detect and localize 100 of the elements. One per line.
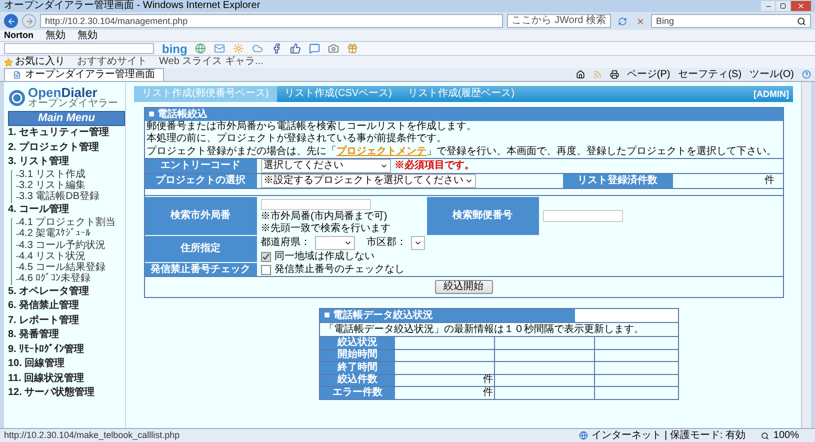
camera-icon[interactable] (328, 43, 340, 54)
field-label: 検索市外局番 (144, 197, 256, 235)
zoom-icon (761, 432, 770, 440)
favorites-link[interactable]: Web スライス ギャラ... (159, 57, 264, 67)
star-icon (4, 58, 13, 66)
notice-text: プロジェクト登録がまだの場合は、先に「プロジェクトメンテ」で登録を行い、本画面で、再度、登録したプロジェクトを選択して下さい。 (146, 145, 778, 158)
command-button[interactable]: ページ(P) (626, 70, 670, 80)
command-button[interactable]: ツール(O) (750, 70, 794, 80)
field-label: 住所指定 (144, 236, 256, 262)
submenu-item[interactable]: 3.3 電話帳DB登録 (19, 192, 100, 202)
menu-item[interactable]: 8. 発番管理 (8, 328, 125, 343)
field-caption: 市区郡： (366, 238, 406, 248)
scrollbar[interactable] (801, 82, 811, 428)
menu-item[interactable]: 12. サーバ状態管理 (8, 386, 125, 401)
menu-item[interactable]: 1. セキュリティー管理 (8, 126, 125, 140)
panel-title: ■ 電話帳データ絞込状況 (320, 309, 575, 322)
zoom-label: 100% (773, 430, 799, 440)
zoom-control[interactable]: 100% (761, 430, 811, 440)
help-icon[interactable] (802, 70, 811, 79)
prefecture-select[interactable] (314, 236, 354, 250)
sun-icon[interactable] (233, 43, 244, 54)
hint-text: ※先頭一致で検索を行います (260, 224, 392, 234)
thumbs-up-icon[interactable] (290, 43, 302, 54)
submenu-item[interactable]: 4.2 架電ｽｹｼﾞｭｰﾙ (19, 229, 91, 240)
menu-item[interactable]: 10. 回線管理 (8, 357, 125, 372)
globe-icon (578, 431, 588, 440)
toolbar-button[interactable]: 無効 (78, 30, 98, 40)
menu-item[interactable]: 11. 回線状況管理 (8, 372, 125, 386)
status-note: 「電話帳データ絞込状況」の最新情報は１０秒間隔で表示更新します。 (320, 322, 678, 336)
bing-logo: bing (162, 42, 188, 54)
submenu-item[interactable]: 4.3 コール予約状況 (19, 240, 106, 251)
menu-item[interactable]: 2. プロジェクト管理 (8, 140, 125, 155)
feed-icon[interactable] (592, 70, 602, 79)
unit-label: 件 (483, 388, 493, 398)
required-note: ※必須項目です。 (394, 161, 474, 171)
command-button[interactable]: セーフティ(S) (678, 70, 742, 80)
submenu-item[interactable]: 4.6 ﾛｸﾞｺﾝ未登録 (19, 274, 91, 284)
facebook-icon[interactable] (271, 43, 282, 54)
checkbox-label: 発信禁止番号のチェックなし (274, 264, 404, 274)
search-box[interactable]: Bing (651, 14, 811, 28)
submenu-item[interactable]: 3.2 リスト編集 (19, 181, 86, 192)
field-caption: 都道府県： (260, 238, 310, 248)
norton-button[interactable]: Norton (4, 31, 34, 40)
unit-label: 件 (483, 375, 493, 386)
print-icon[interactable] (610, 70, 619, 79)
select-value: ※設定するプロジェクトを選択してください (264, 176, 464, 186)
menu-title: Main Menu (8, 111, 125, 126)
menu-item[interactable]: 6. 発信禁止管理 (8, 299, 125, 314)
browser-tab[interactable]: オープンダイアラー管理画面 (4, 68, 164, 81)
submenu-item[interactable]: 4.5 コール結果登録 (19, 262, 106, 273)
favorites-button[interactable]: お気に入り (4, 57, 65, 67)
menu-item[interactable]: 5. オペレータ管理 (8, 284, 125, 300)
close-icon (797, 2, 805, 10)
mail-icon[interactable] (214, 43, 226, 54)
address-url: http://10.2.30.104/management.php (45, 16, 188, 26)
menu-item[interactable]: 3. リスト管理 (8, 155, 125, 170)
menu-item[interactable]: 4. コール管理 (8, 203, 125, 218)
globe-icon[interactable] (195, 43, 206, 54)
favorites-link[interactable]: おすすめサイト (77, 57, 147, 67)
zone-label: インターネット | 保護モード: 有効 (592, 430, 746, 440)
forward-button[interactable] (22, 14, 36, 28)
minimize-button[interactable] (761, 1, 775, 11)
submenu-item[interactable]: 4.4 リスト状況 (19, 252, 86, 262)
city-select[interactable] (410, 236, 424, 250)
search-icon (797, 16, 806, 26)
chat-icon[interactable] (309, 43, 320, 54)
status-url: http://10.2.30.104/make_telbook_calllist.php (4, 431, 180, 440)
project-select[interactable]: ※設定するプロジェクトを選択してください (260, 174, 476, 188)
favorites-label: お気に入り (15, 57, 65, 67)
maximize-button[interactable] (776, 1, 790, 11)
home-icon[interactable] (576, 70, 585, 79)
check-icon (262, 253, 270, 261)
checkbox[interactable] (260, 252, 270, 262)
checkbox-label: 同一地域は作成しない (274, 252, 374, 262)
search-provider: Bing (656, 16, 674, 26)
cloud-icon[interactable] (252, 43, 264, 54)
search-field[interactable]: ここから JWord 検索 (506, 14, 611, 28)
toolbar-button[interactable]: 無効 (46, 30, 66, 40)
start-button[interactable]: 絞込開始 (434, 280, 492, 294)
area-code-input[interactable] (260, 198, 370, 210)
entry-code-select[interactable]: 選択してください (260, 159, 390, 173)
row-label: 終了時間 (320, 362, 395, 374)
postal-code-input[interactable] (542, 210, 622, 222)
row-label: 絞込状況 (320, 337, 395, 348)
submenu-item[interactable]: 3.1 リスト作成 (19, 170, 86, 180)
row-label: 開始時間 (320, 350, 395, 361)
menu-item[interactable]: 7. レポート管理 (8, 314, 125, 328)
back-button[interactable] (4, 14, 18, 28)
gift-icon[interactable] (347, 43, 358, 54)
submenu-item[interactable]: 4.1 プロジェクト割当 (19, 218, 116, 228)
forward-arrow-icon (24, 16, 34, 26)
address-field[interactable]: http://10.2.30.104/management.php (40, 14, 503, 28)
toolbar-search-field[interactable] (4, 43, 154, 54)
stop-icon (636, 16, 644, 26)
checkbox[interactable] (260, 264, 270, 274)
unit-label: 件 (764, 176, 774, 186)
user-label: [ADMIN] (754, 90, 789, 98)
menu-item[interactable]: 9. ﾘﾓｰﾄﾛｸﾞｲﾝ管理 (8, 342, 125, 358)
row-label: 絞込件数 (320, 374, 395, 386)
hint-text: ※市外局番(市内局番まで可) (260, 212, 388, 222)
